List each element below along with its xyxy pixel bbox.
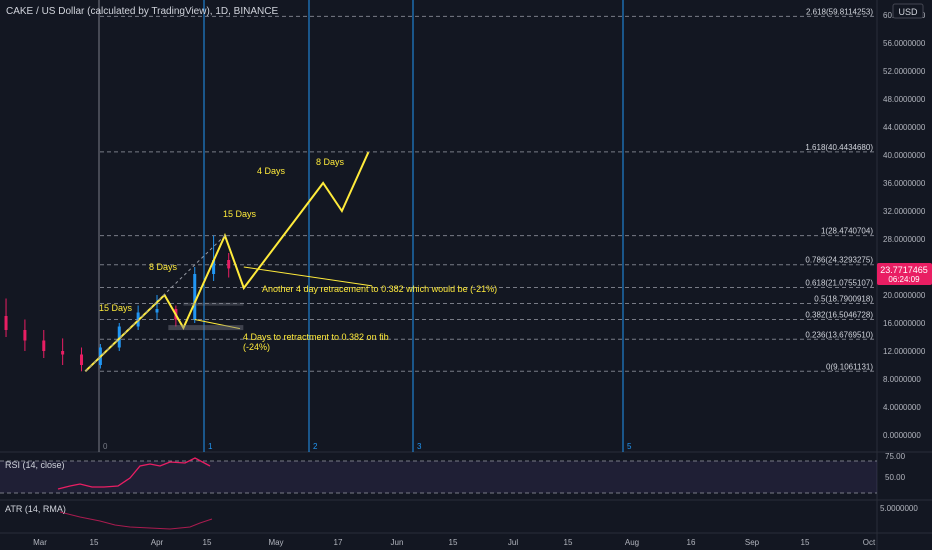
candle-body: [23, 330, 27, 341]
price-tick: 0.0000000: [883, 431, 921, 440]
annotation-15-days-2: 15 Days: [223, 209, 257, 219]
fib-label: 0.618(21.0755107): [805, 278, 873, 287]
time-tick: Mar: [33, 538, 47, 547]
fib-label: 0.382(16.5046728): [805, 310, 873, 319]
time-tick: 15: [801, 538, 810, 547]
time-tick: Jun: [391, 538, 404, 547]
time-tick: Jul: [508, 538, 518, 547]
candle-body: [4, 316, 8, 330]
fib-label: 1(28.4740704): [821, 227, 873, 236]
candle-body: [193, 274, 197, 320]
cycle-label: 5: [627, 442, 632, 451]
chart-canvas[interactable]: 2.618(59.8114253) 1.618(40.4434680) 1(28.4…: [0, 0, 932, 550]
price-tick: 40.0000000: [883, 151, 926, 160]
price-tick: 20.0000000: [883, 291, 926, 300]
chart-title: CAKE / US Dollar (calculated by TradingV…: [6, 6, 278, 17]
time-tick: 15: [564, 538, 573, 547]
price-tick: 36.0000000: [883, 179, 926, 188]
annotation-4-days: 4 Days: [257, 166, 286, 176]
chart-stage: 2.618(59.8114253) 1.618(40.4434680) 1(28.4…: [0, 0, 932, 550]
time-tick: Apr: [151, 538, 164, 547]
candle-body: [61, 351, 65, 355]
rsi-tick: 75.00: [885, 452, 906, 461]
rsi-tick: 50.00: [885, 473, 906, 482]
price-tick: 52.0000000: [883, 67, 926, 76]
price-tick: 8.0000000: [883, 375, 921, 384]
price-tick: 48.0000000: [883, 95, 926, 104]
annotation-retracement-21: Another 4 day retracement to 0.382 which…: [262, 284, 497, 294]
price-tick: 4.0000000: [883, 403, 921, 412]
current-price: 23.7717465: [880, 265, 928, 275]
candle-body: [42, 340, 46, 351]
candle-body: [80, 354, 84, 365]
cycle-label: 1: [208, 442, 213, 451]
fib-label: 2.618(59.8114253): [806, 7, 873, 16]
time-tick: 15: [203, 538, 212, 547]
price-tick: 32.0000000: [883, 207, 926, 216]
price-tick: 16.0000000: [883, 319, 926, 328]
price-tick: 12.0000000: [883, 347, 926, 356]
annotation-8-days-2: 8 Days: [316, 157, 345, 167]
fib-label: 0.5(18.7900918): [814, 294, 873, 303]
fib-label: 1.618(40.4434680): [805, 143, 873, 152]
zone-box: [183, 302, 244, 306]
annotation-8-days-1: 8 Days: [149, 262, 178, 272]
fib-label: 0.786(24.3293275): [805, 256, 873, 265]
atr-label: ATR (14, RMA): [5, 504, 66, 514]
fib-label: 0.236(13.6769510): [805, 330, 873, 339]
time-tick: Aug: [625, 538, 639, 547]
time-tick: May: [268, 538, 283, 547]
atr-tick: 5.0000000: [880, 504, 918, 513]
price-tick: 28.0000000: [883, 235, 926, 244]
rsi-label: RSI (14, close): [5, 460, 65, 470]
countdown: 06:24:09: [888, 275, 920, 284]
time-tick: 15: [90, 538, 99, 547]
time-tick: 17: [334, 538, 343, 547]
cycle-label: 2: [313, 442, 318, 451]
time-tick: 16: [687, 538, 696, 547]
annotation-retracement-24-line1: 4 Days to retractment to 0.382 on fib: [243, 332, 389, 342]
cycle-label: 0: [103, 442, 108, 451]
time-tick: Sep: [745, 538, 760, 547]
annotation-15-days-1: 15 Days: [99, 303, 133, 313]
annotation-retracement-24-line2: (-24%): [243, 342, 270, 352]
candle-body: [227, 260, 231, 269]
time-tick: 15: [449, 538, 458, 547]
time-tick: Oct: [863, 538, 876, 547]
currency-label: USD: [898, 7, 918, 17]
candle-body: [155, 309, 159, 313]
fib-label: 0(9.1061131): [826, 362, 873, 371]
cycle-label: 3: [417, 442, 422, 451]
price-tick: 56.0000000: [883, 39, 926, 48]
time-axis: Mar 15 Apr 15 May 17 Jun 15 Jul 15 Aug 16 Sep 15 Oct: [33, 538, 876, 547]
zone-box: [168, 325, 244, 331]
price-tick: 44.0000000: [883, 123, 926, 132]
